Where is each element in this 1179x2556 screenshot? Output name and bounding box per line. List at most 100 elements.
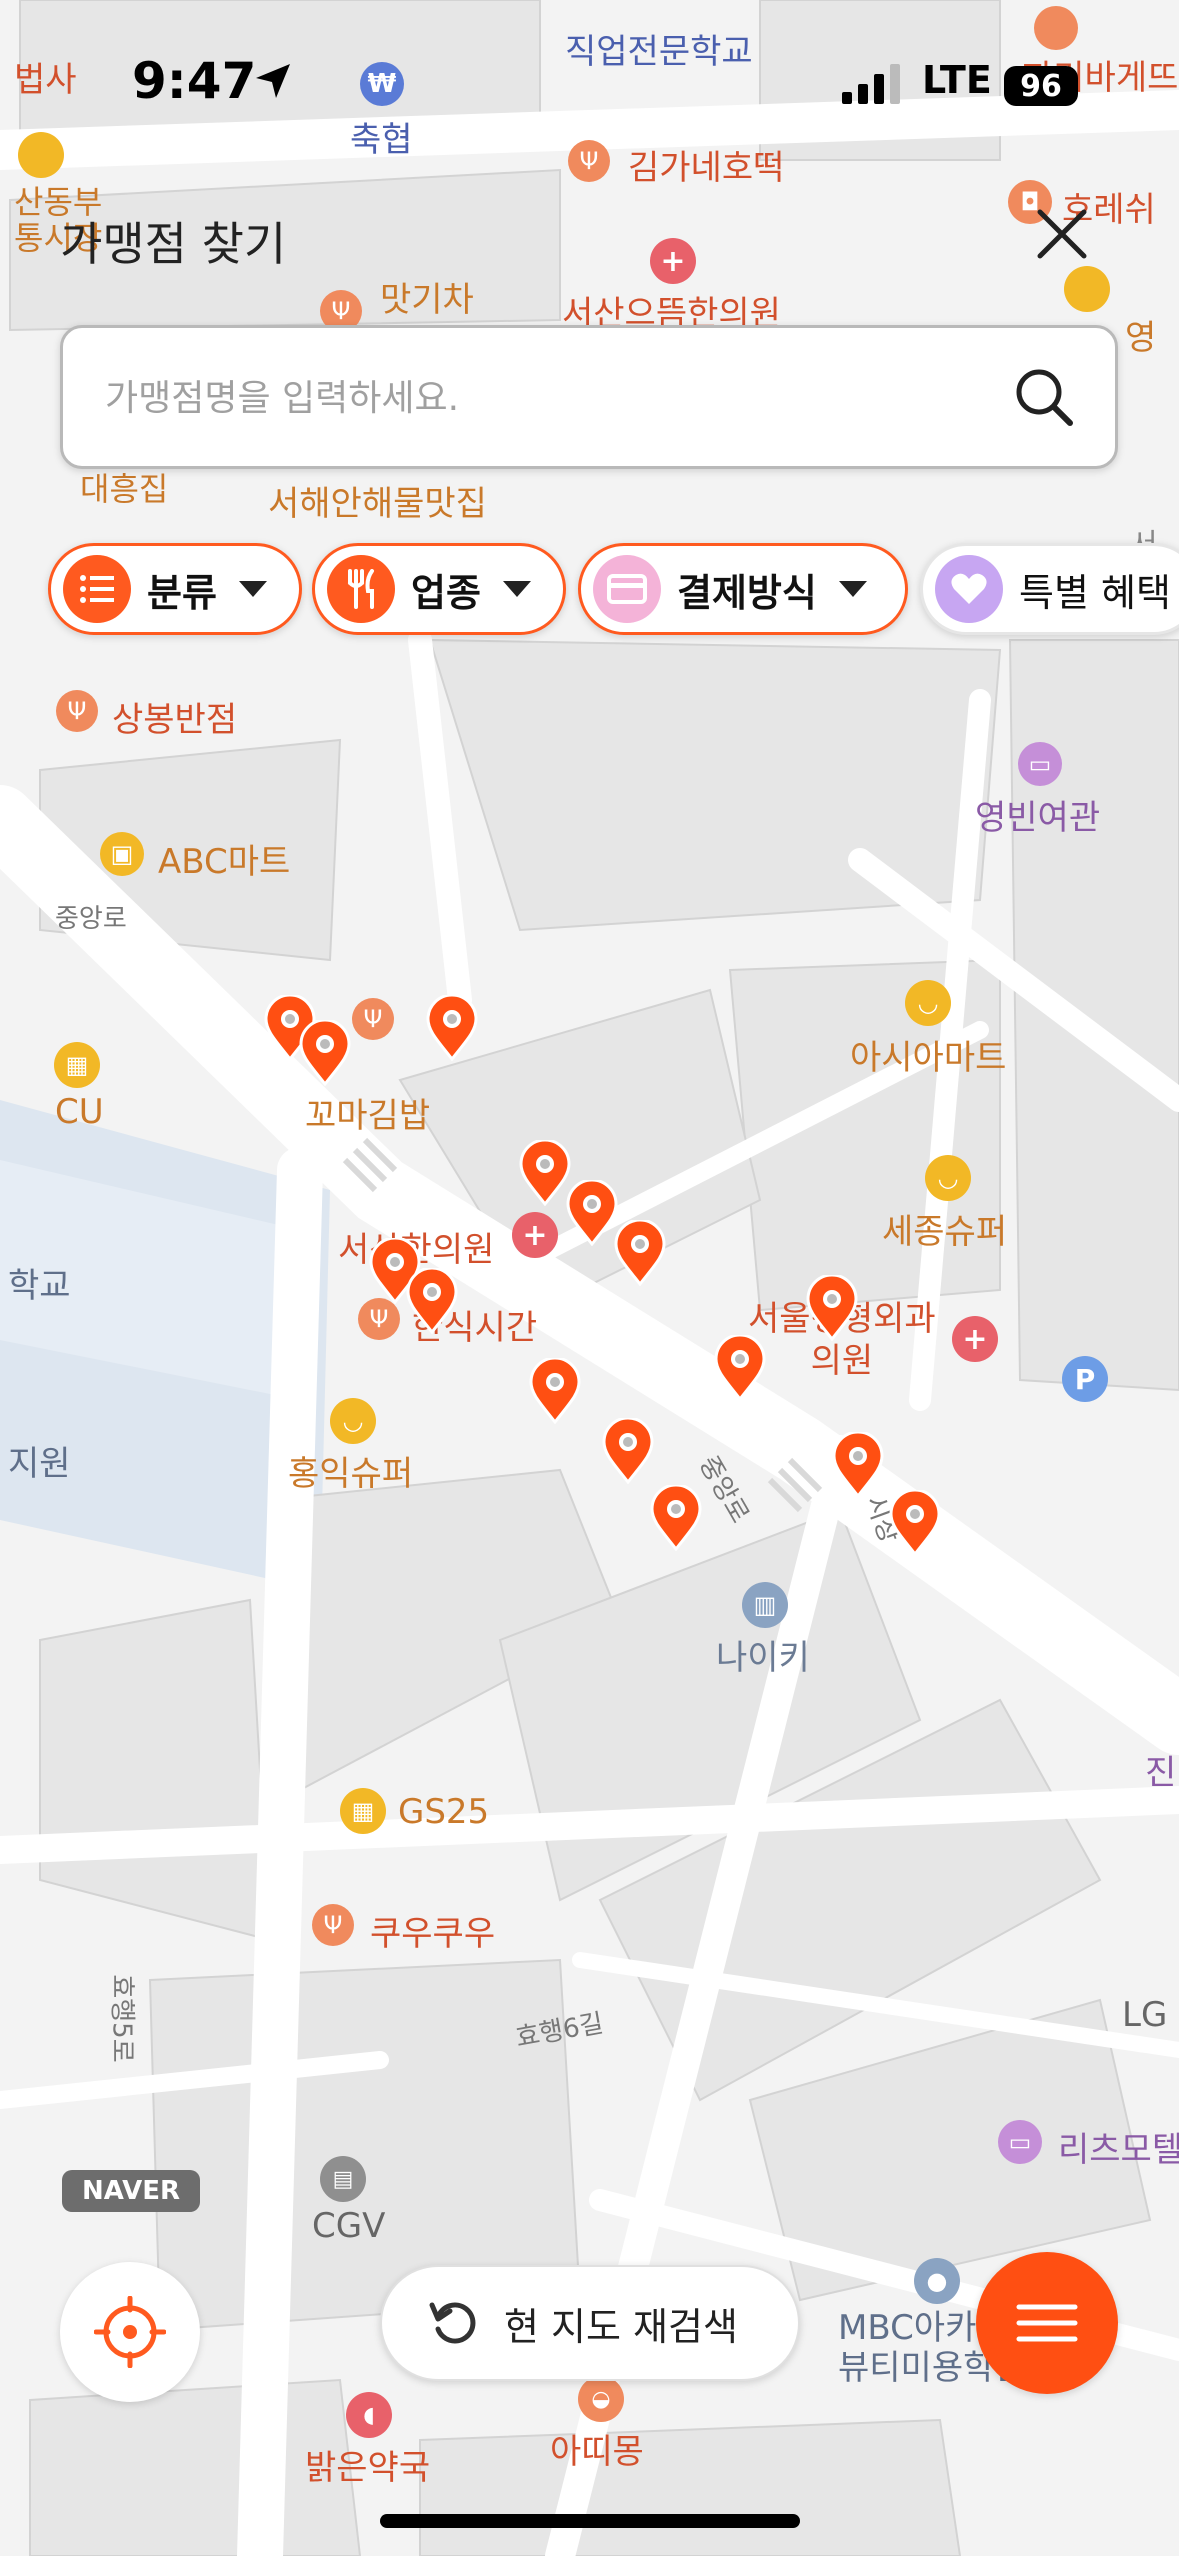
menu-button[interactable] — [976, 2252, 1118, 2394]
merchant-pin[interactable] — [299, 1018, 351, 1087]
search-box[interactable] — [60, 325, 1118, 469]
lodging-icon[interactable]: ▭ — [1018, 742, 1062, 786]
poi-label[interactable]: 법사 — [14, 52, 77, 101]
poi-label[interactable]: 꼬마김밥 — [305, 1088, 430, 1137]
poi-label[interactable]: 리츠모텔 — [1058, 2122, 1179, 2171]
road-label: 효행5로 — [106, 1974, 137, 2063]
battery-indicator: 96 — [1004, 66, 1078, 106]
hospital-icon[interactable]: + — [952, 1316, 998, 1362]
poi-label[interactable]: 홍익슈퍼 — [288, 1446, 413, 1495]
hamburger-icon — [1016, 2304, 1078, 2342]
card-icon — [593, 555, 661, 623]
restaurant-icon[interactable]: ◒ — [578, 2376, 624, 2422]
convenience-icon[interactable]: ▦ — [54, 1042, 100, 1088]
merchant-pin[interactable] — [519, 1138, 571, 1207]
utensils-icon — [327, 555, 395, 623]
signal-icon — [842, 64, 900, 104]
network-type: LTE — [922, 58, 992, 102]
poi-label[interactable]: 서해안해물맛집 — [268, 476, 487, 525]
research-map-label: 현 지도 재검색 — [504, 2304, 738, 2349]
merchant-pin[interactable] — [650, 1483, 702, 1552]
merchant-pin[interactable] — [806, 1273, 858, 1342]
poi-label[interactable]: 김가네호떡 — [628, 140, 784, 189]
status-time: 9:47 — [132, 52, 257, 110]
poi-label[interactable]: 영 — [1125, 310, 1156, 359]
restaurant-icon[interactable]: Ψ — [358, 1298, 400, 1340]
poi-label[interactable]: 쿠우쿠우 — [370, 1906, 495, 1955]
crosshair-icon — [94, 2296, 166, 2368]
poi-label[interactable]: 밝은약국 — [305, 2440, 430, 2489]
restaurant-icon[interactable]: Ψ — [56, 690, 98, 732]
poi-label[interactable]: 맛기차 — [380, 272, 474, 321]
naver-logo: NAVER — [62, 2170, 200, 2212]
current-location-button[interactable] — [60, 2262, 200, 2402]
filter-chip-label: 결제방식 — [677, 570, 817, 615]
convenience-icon[interactable]: ▦ — [340, 1788, 386, 1834]
heart-icon — [935, 555, 1003, 623]
filter-chip-business-type[interactable]: 업종 — [312, 543, 566, 635]
location-arrow-icon — [256, 64, 290, 98]
mart-icon[interactable]: ◡ — [925, 1155, 971, 1201]
merchant-pin[interactable] — [566, 1178, 618, 1247]
filter-chip-category[interactable]: 분류 — [48, 543, 302, 635]
restaurant-icon[interactable]: Ψ — [352, 998, 394, 1040]
parking-icon[interactable]: P — [1062, 1356, 1108, 1402]
lodging-icon[interactable]: ▭ — [998, 2120, 1042, 2164]
filter-chip-label: 특별 혜택 — [1019, 570, 1171, 615]
close-icon[interactable] — [1034, 206, 1090, 262]
filter-chip-label: 분류 — [147, 570, 217, 615]
poi-label[interactable]: 대흥집 — [80, 464, 168, 510]
bakery-icon[interactable] — [1034, 6, 1078, 50]
filter-chip-special-benefit[interactable]: 특별 혜택 — [920, 543, 1179, 635]
mart-icon[interactable]: ◡ — [330, 1398, 376, 1444]
home-indicator — [380, 2514, 800, 2528]
market-icon[interactable] — [18, 132, 64, 178]
merchant-pin[interactable] — [614, 1218, 666, 1287]
cinema-icon[interactable]: ▤ — [320, 2156, 366, 2202]
building-icon[interactable]: ▥ — [742, 1582, 788, 1628]
poi-label[interactable]: 학교 — [8, 1258, 71, 1307]
filter-chip-payment[interactable]: 결제방식 — [578, 543, 908, 635]
merchant-pin[interactable] — [889, 1488, 941, 1557]
poi-label[interactable]: 상봉반점 — [112, 692, 237, 741]
poi-label[interactable]: CGV — [312, 2206, 385, 2246]
bank-icon[interactable]: ₩ — [360, 62, 404, 106]
merchant-pin[interactable] — [426, 993, 478, 1062]
poi-label[interactable]: GS25 — [398, 1792, 489, 1832]
shopping-icon[interactable]: ▣ — [100, 832, 144, 876]
chevron-down-icon — [838, 581, 867, 597]
merchant-pin[interactable] — [406, 1266, 458, 1335]
poi-label[interactable]: 진 — [1145, 1745, 1176, 1794]
poi-label[interactable]: 나이키 — [716, 1630, 810, 1679]
merchant-pin[interactable] — [529, 1356, 581, 1425]
poi-label[interactable]: 영빈여관 — [975, 790, 1100, 839]
chevron-down-icon — [502, 581, 531, 597]
cart-icon[interactable] — [1064, 266, 1110, 312]
page-title: 가맹점 찾기 — [60, 217, 287, 271]
merchant-pin[interactable] — [602, 1416, 654, 1485]
merchant-pin[interactable] — [714, 1333, 766, 1402]
research-map-button[interactable]: 현 지도 재검색 — [380, 2265, 800, 2381]
search-icon[interactable] — [1013, 366, 1075, 428]
search-input[interactable] — [103, 328, 1007, 468]
poi-label[interactable]: 아띠몽 — [550, 2424, 644, 2473]
chevron-down-icon — [238, 581, 267, 597]
filter-chip-label: 업종 — [411, 570, 481, 615]
poi-label[interactable]: 아시아마트 — [850, 1030, 1006, 1079]
poi-label[interactable]: 세종슈퍼 — [882, 1204, 1007, 1253]
poi-label[interactable]: CU — [55, 1092, 104, 1132]
restaurant-icon[interactable]: Ψ — [568, 140, 610, 182]
pharmacy-icon[interactable]: ◖ — [346, 2392, 392, 2438]
restaurant-icon[interactable]: Ψ — [312, 1904, 354, 1946]
poi-label[interactable]: 축협 — [350, 112, 413, 161]
hospital-icon[interactable]: + — [512, 1212, 558, 1258]
mart-icon[interactable]: ◡ — [905, 980, 951, 1026]
poi-label[interactable]: 지원 — [8, 1436, 71, 1485]
poi-label[interactable]: ABC마트 — [158, 834, 290, 883]
merchant-pin[interactable] — [832, 1430, 884, 1499]
refresh-icon — [429, 2302, 476, 2344]
hospital-icon[interactable]: + — [650, 238, 696, 284]
school-icon[interactable]: ● — [914, 2258, 960, 2304]
poi-label[interactable]: 직업전문학교 — [565, 24, 753, 73]
poi-label[interactable]: LG — [1122, 1995, 1167, 2035]
